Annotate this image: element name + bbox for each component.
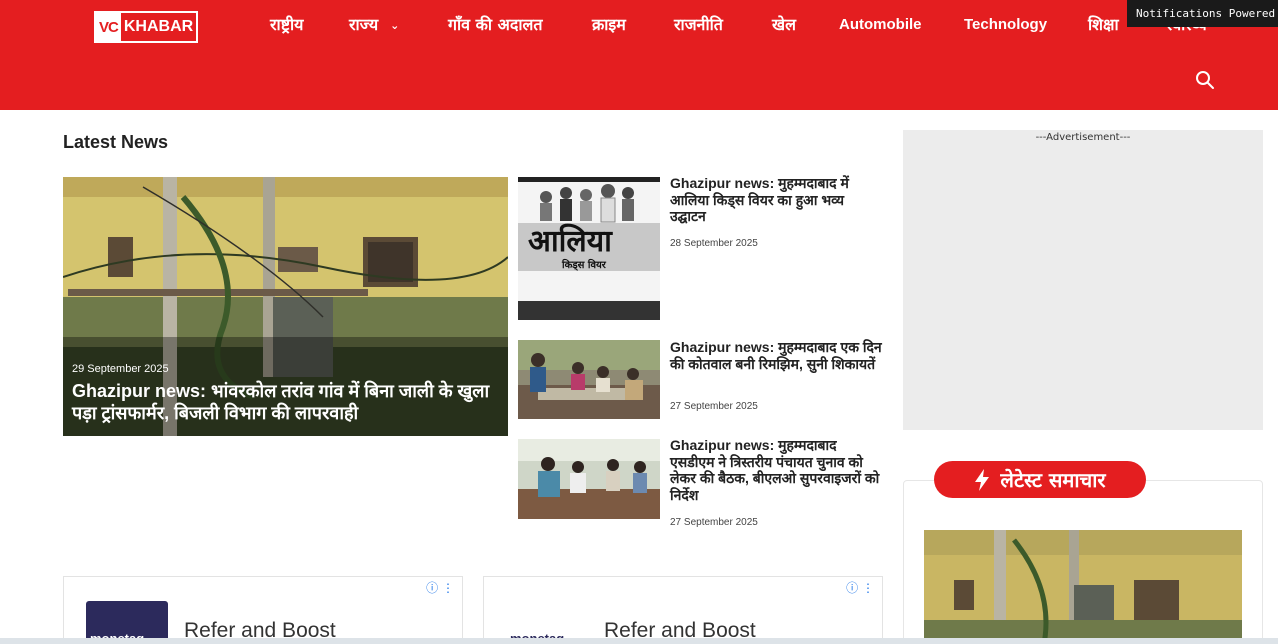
- nav-item-states[interactable]: राज्य ⌄: [349, 12, 399, 39]
- article-title-aliya[interactable]: Ghazipur news: मुहम्मदाबाद में आलिया किड…: [670, 175, 882, 225]
- nav-item-education[interactable]: शिक्षा: [1088, 12, 1119, 38]
- article-date-aliya: 28 September 2025: [670, 238, 758, 249]
- bottom-scroll-strip: [0, 638, 1278, 644]
- nav-item-technology[interactable]: Technology: [964, 12, 1047, 38]
- site-header: VC KHABAR राष्ट्रीय राज्य ⌄ गाँव की अदालत…: [0, 0, 1278, 110]
- hero-title[interactable]: Ghazipur news: भांवरकोल तरांव गांव में ब…: [72, 380, 492, 424]
- notification-bar[interactable]: Notifications Powered: [1127, 0, 1278, 27]
- ad-info-icon[interactable]: ⓘ ⋮: [846, 579, 874, 596]
- lightning-icon: [975, 468, 990, 491]
- aliya-poster-sub-text: किड्स वियर: [562, 260, 606, 271]
- nav-item-national[interactable]: राष्ट्रीय: [270, 12, 303, 38]
- article-title-sdm[interactable]: Ghazipur news: मुहम्मदाबाद एसडीएम ने त्र…: [670, 437, 882, 503]
- hero-article[interactable]: 29 September 2025 Ghazipur news: भांवरको…: [63, 177, 508, 436]
- nav-item-states-label: राज्य: [349, 15, 379, 34]
- article-thumb-kotwal[interactable]: [518, 340, 660, 419]
- aliya-poster-big-text: आलिया: [528, 224, 612, 259]
- logo-vc: VC: [96, 13, 121, 41]
- ad-info-icon[interactable]: ⓘ ⋮: [426, 579, 454, 596]
- nav-item-gaon-ki-adalat[interactable]: गाँव की अदालत: [448, 12, 542, 38]
- widget-title-text: लेटेस्ट समाचार: [1000, 468, 1106, 492]
- nav-item-automobile[interactable]: Automobile: [839, 12, 922, 38]
- article-date-sdm: 27 September 2025: [670, 517, 758, 528]
- chevron-down-icon: ⌄: [390, 18, 400, 32]
- sidebar-advertisement[interactable]: ---Advertisement---: [903, 130, 1263, 430]
- advertisement-label: ---Advertisement---: [1035, 132, 1131, 143]
- logo-khabar: KHABAR: [123, 18, 194, 35]
- latest-news-widget-title: लेटेस्ट समाचार: [934, 461, 1146, 498]
- hero-date: 29 September 2025: [72, 363, 169, 375]
- nav-item-politics[interactable]: राजनीति: [674, 12, 723, 38]
- article-date-kotwal: 27 September 2025: [670, 401, 758, 412]
- bottom-ad-1[interactable]: ⓘ ⋮ monetag Refer and Boost: [63, 576, 463, 644]
- sdm-meeting-image: [518, 439, 660, 519]
- nav-item-sports[interactable]: खेल: [772, 12, 796, 38]
- nav-item-crime[interactable]: क्राइम: [592, 12, 626, 38]
- article-thumb-aliya[interactable]: आलिया किड्स वियर: [518, 177, 660, 320]
- section-title-latest-news: Latest News: [63, 132, 169, 152]
- site-logo[interactable]: VC KHABAR: [94, 11, 198, 43]
- search-icon[interactable]: [1195, 70, 1215, 90]
- widget-article-thumb[interactable]: [924, 530, 1242, 644]
- article-thumb-sdm[interactable]: [518, 439, 660, 519]
- bottom-ad-2[interactable]: ⓘ ⋮ monetag Refer and Boost: [483, 576, 883, 644]
- widget-article-image: [924, 530, 1242, 644]
- kotwal-meeting-image: [518, 340, 660, 419]
- article-title-kotwal[interactable]: Ghazipur news: मुहम्मदाबाद एक दिन की कोत…: [670, 339, 882, 372]
